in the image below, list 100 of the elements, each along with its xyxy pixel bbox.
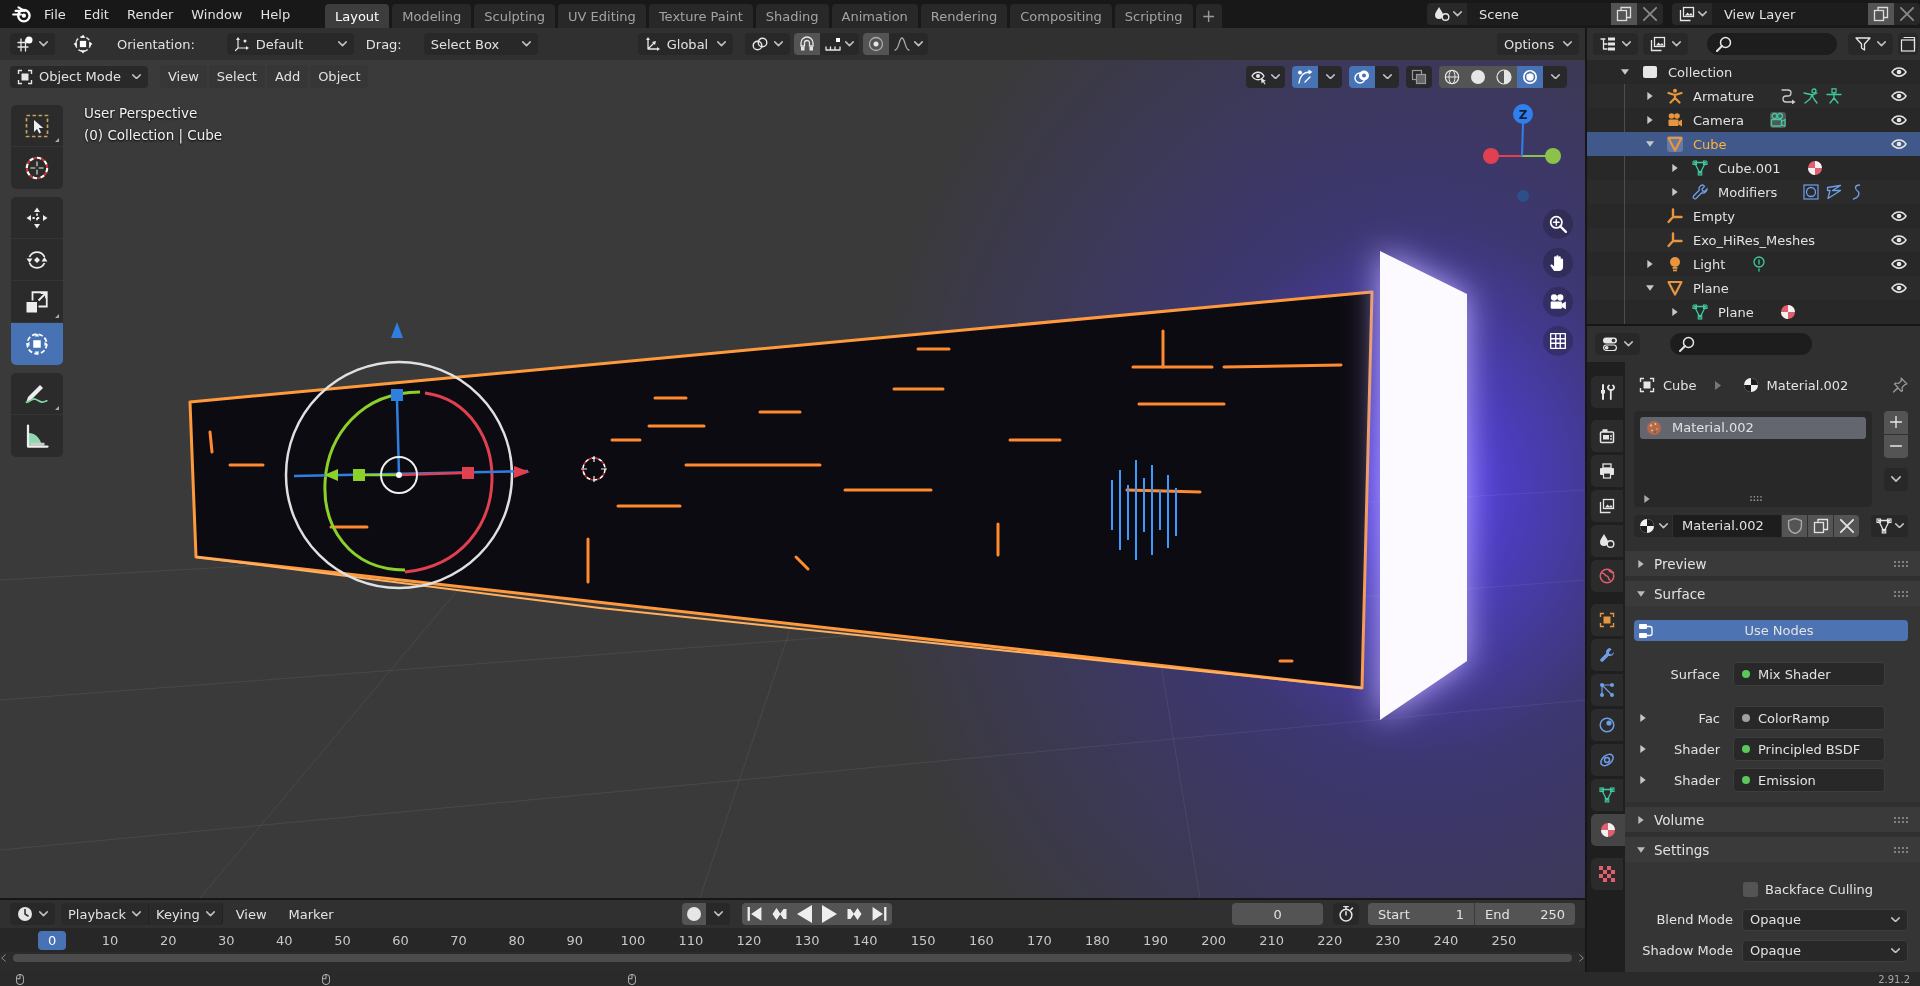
scene-browse-button[interactable]: [1427, 3, 1467, 25]
menu-item[interactable]: Select: [208, 65, 265, 88]
pin-icon[interactable]: [1892, 377, 1908, 394]
material-slot-item[interactable]: Material.002: [1640, 416, 1866, 439]
disclosure-triangle-icon[interactable]: [1637, 845, 1645, 854]
properties-tab[interactable]: [1591, 639, 1623, 671]
socket-link-field[interactable]: Mix Shader: [1733, 662, 1885, 686]
fake-user-button[interactable]: [1782, 514, 1807, 537]
properties-tab[interactable]: [1591, 674, 1623, 706]
chevron-right-icon[interactable]: [1579, 954, 1584, 962]
transform-gizmo[interactable]: [284, 322, 530, 590]
search-field[interactable]: [1670, 333, 1812, 355]
camera-view-button[interactable]: [1543, 287, 1573, 317]
orientation-dropdown[interactable]: Default: [226, 33, 354, 55]
eye-icon[interactable]: [1891, 112, 1907, 128]
view-layer-name-field[interactable]: View Layer: [1712, 3, 1868, 25]
new-view-layer-button[interactable]: [1868, 3, 1894, 25]
overlays-toggle[interactable]: [1349, 65, 1375, 88]
overlays-options-dropdown[interactable]: [1375, 65, 1399, 88]
workspace-tab[interactable]: Layout: [325, 4, 390, 28]
menu-item[interactable]: Help: [251, 3, 300, 25]
disclosure-triangle-icon[interactable]: [1637, 815, 1645, 824]
workspace-tab[interactable]: Modeling: [392, 4, 472, 28]
drag-handle-icon[interactable]: [1894, 846, 1908, 853]
panel-header[interactable]: Preview: [1625, 551, 1920, 576]
scene-name-field[interactable]: Scene: [1467, 3, 1611, 25]
disclosure-triangle-icon[interactable]: [1671, 188, 1679, 196]
properties-tab[interactable]: [1591, 744, 1623, 776]
properties-tab[interactable]: [1591, 490, 1623, 522]
snap-target-dropdown[interactable]: [819, 33, 859, 55]
options-dropdown[interactable]: Options: [1497, 33, 1579, 55]
menu-item[interactable]: Edit: [74, 3, 118, 25]
disclosure-triangle-icon[interactable]: [1621, 68, 1629, 76]
properties-tab[interactable]: [1591, 420, 1623, 452]
new-scene-button[interactable]: [1611, 3, 1637, 25]
z-axis-handle[interactable]: Z: [1513, 104, 1533, 157]
workspace-tab[interactable]: Scripting: [1114, 4, 1193, 28]
eye-icon[interactable]: [1891, 64, 1907, 80]
editor-type-dropdown[interactable]: [10, 903, 55, 925]
shading-mode-button[interactable]: [1439, 65, 1465, 88]
eye-icon[interactable]: [1891, 208, 1907, 224]
drag-handle-icon[interactable]: [1894, 816, 1908, 823]
disclosure-triangle-icon[interactable]: [1637, 589, 1645, 598]
properties-tab[interactable]: [1591, 376, 1623, 408]
chevron-left-icon[interactable]: [1, 954, 6, 962]
delete-view-layer-button[interactable]: [1894, 3, 1920, 25]
shading-options-dropdown[interactable]: [1543, 65, 1567, 88]
proportional-editing-toggle[interactable]: [862, 33, 889, 55]
jump-to-end-button[interactable]: [867, 903, 893, 925]
add-slot-button[interactable]: [1884, 410, 1908, 434]
3d-viewport[interactable]: Object Mode View Select Add Object User Perspective (0) Collection | Cube Z: [0, 60, 1585, 898]
pivot-point-dropdown[interactable]: [744, 33, 790, 55]
disclosure-triangle-icon[interactable]: [1637, 559, 1645, 568]
workspace-tab[interactable]: Shading: [755, 4, 829, 28]
disclosure-triangle-icon[interactable]: [1640, 714, 1646, 722]
timeline-scrollbar[interactable]: [13, 954, 1572, 962]
visibility-dropdown[interactable]: [1246, 65, 1285, 88]
keying-options-dropdown[interactable]: [706, 903, 731, 925]
use-nodes-button[interactable]: Use Nodes: [1634, 620, 1908, 641]
y-axis-handle[interactable]: [1521, 148, 1561, 164]
disclosure-triangle-icon[interactable]: [1640, 745, 1646, 753]
mode-dropdown[interactable]: Object Mode: [10, 65, 148, 88]
workspace-tab[interactable]: UV Editing: [558, 4, 646, 28]
view-layer-filter-dropdown[interactable]: [1643, 33, 1688, 55]
start-frame-field[interactable]: Start 1: [1368, 903, 1474, 925]
transform-tool-button[interactable]: [11, 323, 63, 365]
menu-item[interactable]: Object: [310, 65, 369, 88]
end-frame-field[interactable]: End 250: [1474, 903, 1575, 925]
properties-tab[interactable]: [1591, 709, 1623, 741]
drag-handle-icon[interactable]: [1894, 590, 1908, 597]
display-mode-dropdown[interactable]: [1593, 33, 1638, 55]
shading-mode-button[interactable]: [1491, 65, 1517, 88]
disclosure-triangle-icon[interactable]: [1671, 164, 1679, 172]
menu-item[interactable]: View: [160, 65, 207, 88]
menu-item[interactable]: Marker: [279, 906, 343, 922]
workspace-tab[interactable]: Rendering: [920, 4, 1008, 28]
ortho-view-button[interactable]: [1543, 326, 1573, 356]
properties-tab[interactable]: [1591, 604, 1623, 636]
properties-tab[interactable]: [1591, 814, 1625, 846]
properties-tab[interactable]: [1591, 455, 1623, 487]
zoom-button[interactable]: [1543, 209, 1573, 239]
frame-ruler[interactable]: 0 10 20 30 40 50 60 70 80 90 100 110 120 130 140 150 160 170 180 190 200 210 220 230 240 250: [0, 928, 1585, 952]
material-name-field[interactable]: Material.002: [1673, 514, 1781, 537]
current-frame-indicator[interactable]: 0: [37, 930, 67, 950]
menu-item[interactable]: File: [35, 3, 75, 25]
new-collection-button[interactable]: [1898, 33, 1918, 55]
socket-link-field[interactable]: ColorRamp: [1733, 706, 1885, 730]
workspace-tab[interactable]: Texture Paint: [648, 4, 753, 28]
expand-arrow-icon[interactable]: [1644, 494, 1650, 503]
outliner-row[interactable]: Cube: [1587, 132, 1920, 156]
pan-button[interactable]: [1543, 248, 1573, 278]
eye-icon[interactable]: [1891, 232, 1907, 248]
search-field[interactable]: [1707, 33, 1837, 55]
menu-dropdown[interactable]: Playback: [61, 903, 149, 925]
transform-gizmo-icon[interactable]: [73, 34, 93, 54]
gizmo-options-dropdown[interactable]: [1318, 65, 1342, 88]
duplicate-material-button[interactable]: [1808, 514, 1833, 537]
eye-icon[interactable]: [1891, 280, 1907, 296]
xray-toggle[interactable]: [1406, 65, 1432, 88]
workspace-tab[interactable]: Compositing: [1010, 4, 1112, 28]
